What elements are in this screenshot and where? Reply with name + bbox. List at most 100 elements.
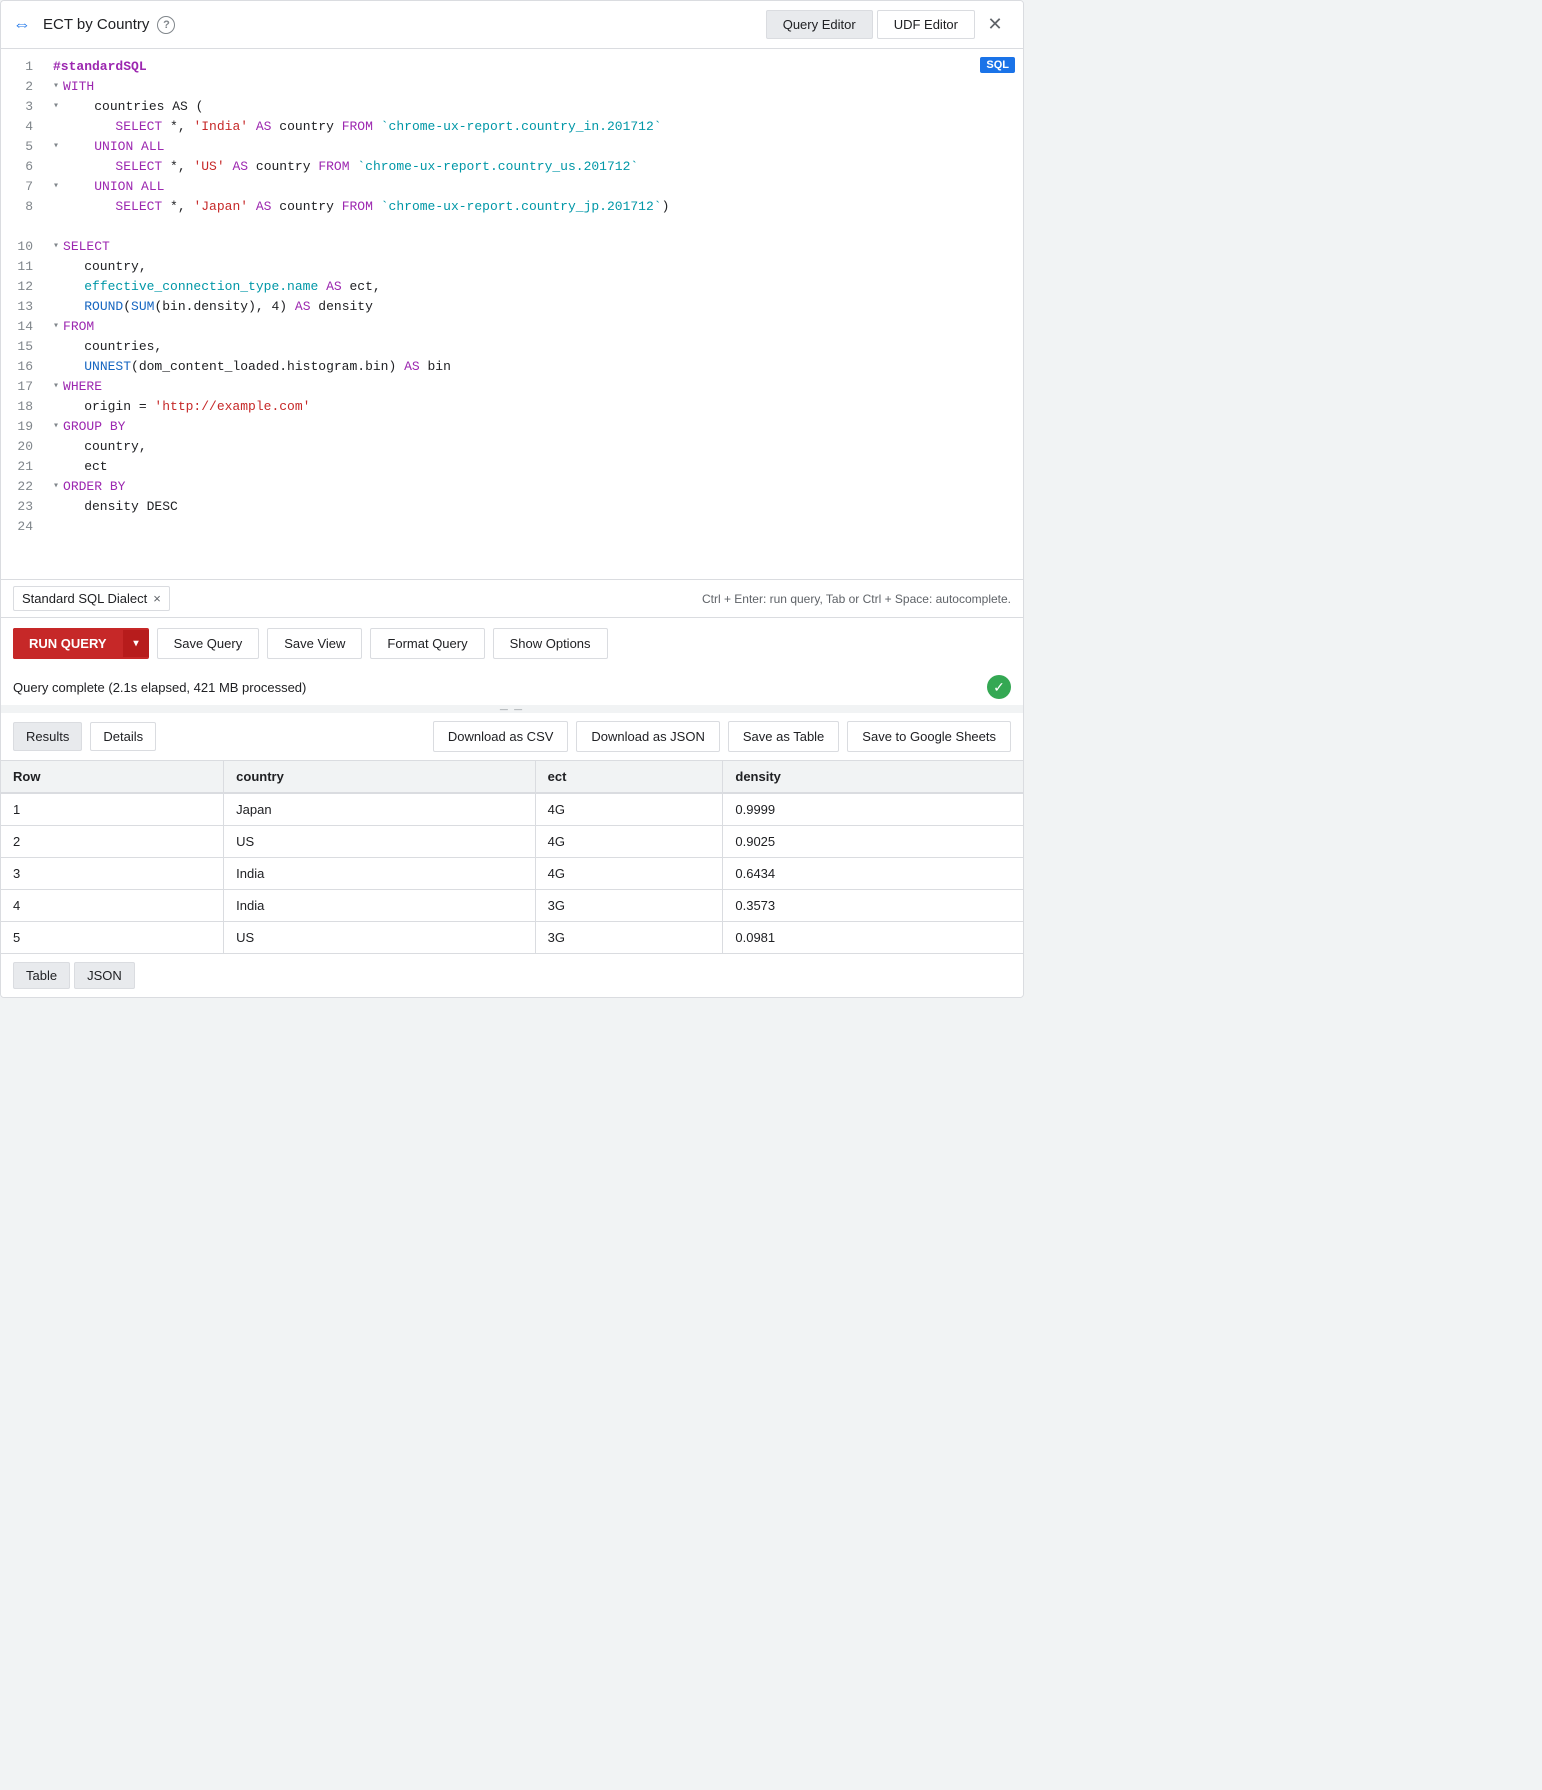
fold-arrow-19[interactable]: ▾ bbox=[53, 417, 59, 437]
fold-arrow-14[interactable]: ▾ bbox=[53, 317, 59, 337]
fold-arrow-7[interactable]: ▾ bbox=[53, 177, 59, 197]
code-line-23: density DESC bbox=[53, 497, 1011, 517]
tab-udf-editor[interactable]: UDF Editor bbox=[877, 10, 975, 39]
table-cell: 4G bbox=[535, 858, 723, 890]
table-cell: India bbox=[224, 858, 535, 890]
results-header: Results Details Download as CSV Download… bbox=[1, 713, 1023, 761]
fold-arrow-22[interactable]: ▾ bbox=[53, 477, 59, 497]
table-cell: 5 bbox=[1, 922, 224, 954]
code-line-15: countries, bbox=[53, 337, 1011, 357]
tab-details[interactable]: Details bbox=[90, 722, 156, 751]
code-line-13: ROUND(SUM(bin.density), 4) AS density bbox=[53, 297, 1011, 317]
run-query-dropdown-arrow[interactable]: ▾ bbox=[123, 630, 149, 657]
table-header-row: Row country ect density bbox=[1, 761, 1023, 793]
code-line-2: ▾ WITH bbox=[53, 77, 1011, 97]
code-line-10: ▾ SELECT bbox=[53, 237, 1011, 257]
code-line-24 bbox=[53, 517, 1011, 537]
table-cell: 0.6434 bbox=[723, 858, 1023, 890]
dialect-label: Standard SQL Dialect bbox=[22, 591, 147, 606]
code-line-6: SELECT *, 'US' AS country FROM `chrome-u… bbox=[53, 157, 1011, 177]
table-cell: 1 bbox=[1, 793, 224, 826]
code-line-12: effective_connection_type.name AS ect, bbox=[53, 277, 1011, 297]
code-line-3: ▾ countries AS ( bbox=[53, 97, 1011, 117]
link-icon: ⇔ bbox=[13, 14, 31, 35]
save-query-button[interactable]: Save Query bbox=[157, 628, 260, 659]
save-table-button[interactable]: Save as Table bbox=[728, 721, 839, 752]
code-line-19: ▾ GROUP BY bbox=[53, 417, 1011, 437]
table-cell: 0.3573 bbox=[723, 890, 1023, 922]
resize-handle[interactable]: — — bbox=[1, 705, 1023, 713]
line-numbers: 1 2 3 4 5 6 7 8 10 11 12 13 14 15 16 17 … bbox=[1, 57, 41, 571]
table-cell: 2 bbox=[1, 826, 224, 858]
table-row: 3India4G0.6434 bbox=[1, 858, 1023, 890]
results-table: Row country ect density 1Japan4G0.99992U… bbox=[1, 761, 1023, 953]
table-cell: 0.0981 bbox=[723, 922, 1023, 954]
fold-arrow-2[interactable]: ▾ bbox=[53, 77, 59, 97]
code-line-17: ▾ WHERE bbox=[53, 377, 1011, 397]
table-cell: India bbox=[224, 890, 535, 922]
code-line-8: SELECT *, 'Japan' AS country FROM `chrom… bbox=[53, 197, 1011, 217]
code-line-7: ▾ UNION ALL bbox=[53, 177, 1011, 197]
fold-arrow-3[interactable]: ▾ bbox=[53, 97, 59, 117]
code-line-1: #standardSQL bbox=[53, 57, 1011, 77]
table-cell: 3G bbox=[535, 922, 723, 954]
table-cell: US bbox=[224, 922, 535, 954]
table-cell: 3 bbox=[1, 858, 224, 890]
code-line-5: ▾ UNION ALL bbox=[53, 137, 1011, 157]
main-container: ⇔ ECT by Country ? Query Editor UDF Edit… bbox=[0, 0, 1024, 998]
code-line-14: ▾ FROM bbox=[53, 317, 1011, 337]
download-csv-button[interactable]: Download as CSV bbox=[433, 721, 569, 752]
table-row: 1Japan4G0.9999 bbox=[1, 793, 1023, 826]
fold-arrow-17[interactable]: ▾ bbox=[53, 377, 59, 397]
table-row: 2US4G0.9025 bbox=[1, 826, 1023, 858]
save-view-button[interactable]: Save View bbox=[267, 628, 362, 659]
results-section: Results Details Download as CSV Download… bbox=[1, 713, 1023, 997]
run-query-button[interactable]: RUN QUERY ▾ bbox=[13, 628, 149, 659]
close-button[interactable]: ✕ bbox=[979, 9, 1011, 41]
code-line-11: country, bbox=[53, 257, 1011, 277]
table-cell: 0.9999 bbox=[723, 793, 1023, 826]
run-query-label: RUN QUERY bbox=[13, 628, 123, 659]
show-options-button[interactable]: Show Options bbox=[493, 628, 608, 659]
dialect-close-button[interactable]: × bbox=[153, 591, 161, 606]
help-icon[interactable]: ? bbox=[157, 16, 175, 34]
table-cell: 0.9025 bbox=[723, 826, 1023, 858]
table-row: 5US3G0.0981 bbox=[1, 922, 1023, 954]
tab-query-editor[interactable]: Query Editor bbox=[766, 10, 873, 39]
tab-results[interactable]: Results bbox=[13, 722, 82, 751]
editor-container: SQL 1 2 3 4 5 6 7 8 10 11 12 13 14 15 16… bbox=[1, 49, 1023, 579]
editor-footer: Standard SQL Dialect × Ctrl + Enter: run… bbox=[1, 579, 1023, 617]
dialect-tag: Standard SQL Dialect × bbox=[13, 586, 170, 611]
save-sheets-button[interactable]: Save to Google Sheets bbox=[847, 721, 1011, 752]
fold-arrow-5[interactable]: ▾ bbox=[53, 137, 59, 157]
code-content[interactable]: #standardSQL ▾ WITH ▾ countries AS ( SEL… bbox=[41, 57, 1023, 571]
table-cell: 3G bbox=[535, 890, 723, 922]
table-footer: Table JSON bbox=[1, 953, 1023, 997]
footer-tab-table[interactable]: Table bbox=[13, 962, 70, 989]
code-line-22: ▾ ORDER BY bbox=[53, 477, 1011, 497]
format-query-button[interactable]: Format Query bbox=[370, 628, 484, 659]
status-bar: Query complete (2.1s elapsed, 421 MB pro… bbox=[1, 669, 1023, 705]
header-tabs: Query Editor UDF Editor ✕ bbox=[766, 9, 1011, 41]
col-header-country: country bbox=[224, 761, 535, 793]
footer-tab-json[interactable]: JSON bbox=[74, 962, 135, 989]
table-cell: US bbox=[224, 826, 535, 858]
table-row: 4India3G0.3573 bbox=[1, 890, 1023, 922]
table-cell: 4G bbox=[535, 793, 723, 826]
table-cell: 4G bbox=[535, 826, 723, 858]
code-line-16: UNNEST(dom_content_loaded.histogram.bin)… bbox=[53, 357, 1011, 377]
header-left: ⇔ ECT by Country ? bbox=[13, 14, 175, 35]
col-header-density: density bbox=[723, 761, 1023, 793]
page-title: ECT by Country bbox=[43, 16, 149, 33]
code-line-9 bbox=[53, 217, 1011, 237]
resize-dots: — — bbox=[500, 705, 524, 714]
table-cell: Japan bbox=[224, 793, 535, 826]
code-line-18: origin = 'http://example.com' bbox=[53, 397, 1011, 417]
shortcut-hint: Ctrl + Enter: run query, Tab or Ctrl + S… bbox=[702, 592, 1011, 606]
code-editor[interactable]: 1 2 3 4 5 6 7 8 10 11 12 13 14 15 16 17 … bbox=[1, 49, 1023, 579]
download-json-button[interactable]: Download as JSON bbox=[576, 721, 719, 752]
fold-arrow-10[interactable]: ▾ bbox=[53, 237, 59, 257]
table-cell: 4 bbox=[1, 890, 224, 922]
code-line-21: ect bbox=[53, 457, 1011, 477]
toolbar: RUN QUERY ▾ Save Query Save View Format … bbox=[1, 617, 1023, 669]
